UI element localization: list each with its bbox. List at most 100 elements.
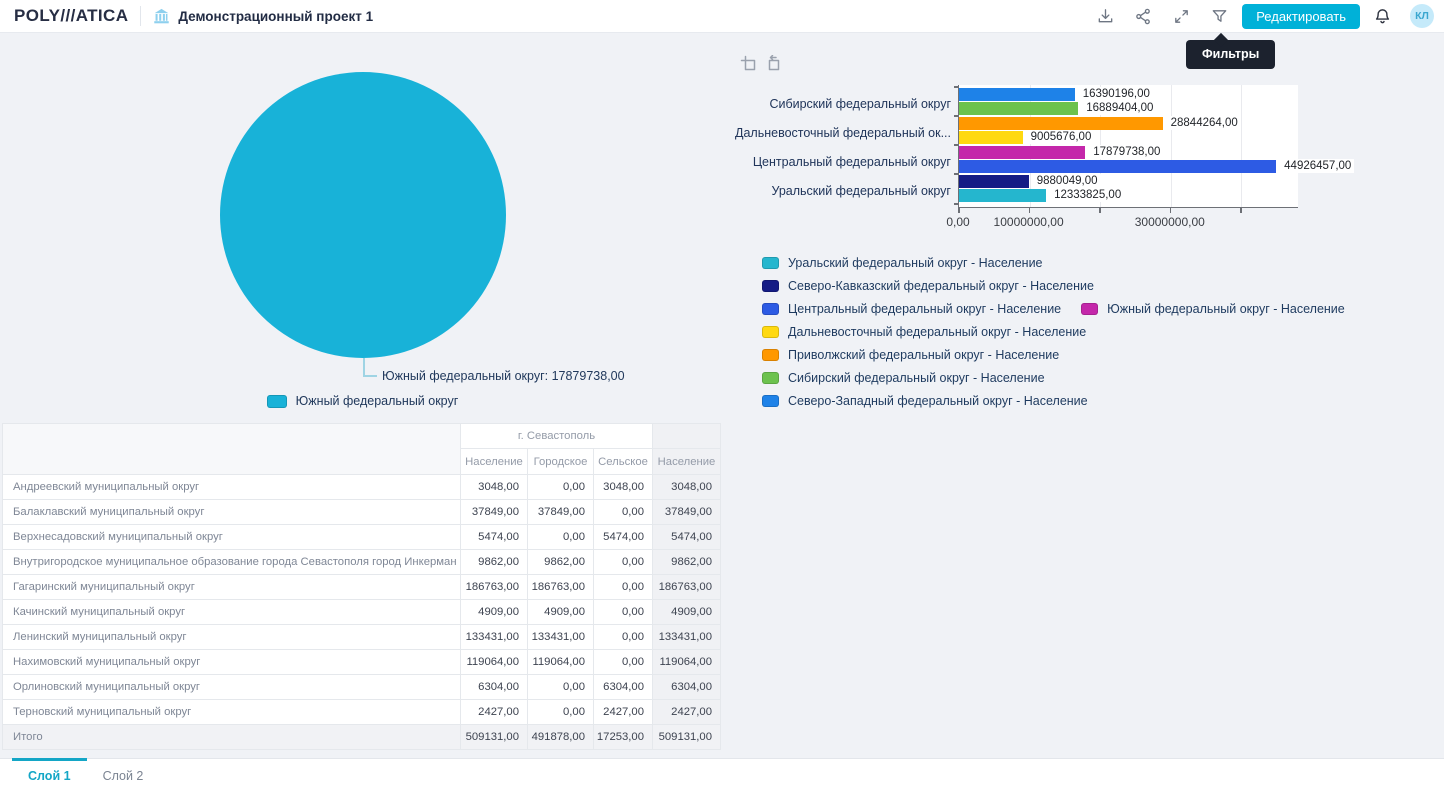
- table-group-header: г. Севастополь: [461, 424, 653, 449]
- legend-row: Дальневосточный федеральный округ - Насе…: [762, 320, 1345, 343]
- bell-icon[interactable]: [1373, 7, 1392, 26]
- value-cell: 0,00: [594, 500, 653, 525]
- value-cell: 119064,00: [653, 650, 721, 675]
- legend-swatch: [762, 280, 779, 292]
- value-cell: 3048,00: [594, 475, 653, 500]
- x-axis-tick: [1240, 208, 1242, 213]
- fullscreen-icon[interactable]: [1172, 7, 1191, 26]
- legend-row: Центральный федеральный округ - Населени…: [762, 297, 1345, 320]
- row-name-cell: Качинский муниципальный округ: [3, 600, 461, 625]
- value-cell: 4909,00: [653, 600, 721, 625]
- pie-legend-item[interactable]: Южный федеральный округ: [0, 394, 725, 408]
- pivot-table-widget: г. Севастополь Население Городское Сельс…: [2, 423, 720, 750]
- bar-3[interactable]: [959, 117, 1163, 130]
- bar-axis-label: Сибирский федеральный округ: [735, 97, 951, 112]
- avatar[interactable]: КЛ: [1410, 4, 1434, 28]
- value-cell: 6304,00: [594, 675, 653, 700]
- table-row: Терновский муниципальный округ2427,000,0…: [3, 700, 721, 725]
- bar-4[interactable]: [959, 131, 1023, 144]
- polymatica-logo[interactable]: POLY///ATICA: [14, 6, 128, 26]
- bar-plot: 16390196,0016889404,00 28844264,00 9005676…: [958, 85, 1298, 208]
- tab-layer-1[interactable]: Слой 1: [12, 759, 87, 792]
- value-cell: 0,00: [528, 525, 594, 550]
- value-cell: 0,00: [594, 600, 653, 625]
- y-axis-tick: [954, 115, 959, 117]
- bar-value-label: 16889404,00: [1083, 101, 1156, 115]
- bar-chart-widget: 16390196,0016889404,00 28844264,00 9005676…: [735, 33, 1444, 418]
- legend-item[interactable]: Уральский федеральный округ - Население: [762, 256, 1043, 270]
- bar-7[interactable]: [959, 175, 1029, 188]
- table-header-cell: Сельское: [594, 449, 653, 475]
- bar-legend: Уральский федеральный округ - Население С…: [762, 251, 1345, 412]
- legend-label: Северо-Западный федеральный округ - Насе…: [788, 394, 1088, 408]
- value-cell: 2427,00: [653, 700, 721, 725]
- x-axis-tick: [1029, 208, 1031, 213]
- value-cell: 3048,00: [461, 475, 528, 500]
- legend-row: Северо-Кавказский федеральный округ - На…: [762, 274, 1345, 297]
- bar-6[interactable]: [959, 160, 1276, 173]
- legend-item[interactable]: Дальневосточный федеральный округ - Насе…: [762, 325, 1086, 339]
- value-cell: 133431,00: [528, 625, 594, 650]
- pie-slice[interactable]: [220, 72, 506, 358]
- filter-icon[interactable]: [1210, 7, 1229, 26]
- value-cell: 9862,00: [653, 550, 721, 575]
- bar-value-label: 16390196,00: [1080, 87, 1153, 101]
- gridline: [1241, 85, 1242, 207]
- value-cell: 509131,00: [653, 725, 721, 750]
- row-name-cell: Итого: [3, 725, 461, 750]
- y-axis-tick: [954, 86, 959, 88]
- layer-tabbar: Слой 1 Слой 2: [0, 758, 1444, 792]
- legend-label: Южный федеральный округ - Население: [1107, 302, 1345, 316]
- legend-item[interactable]: Северо-Западный федеральный округ - Насе…: [762, 394, 1088, 408]
- table-total-row: Итого509131,00491878,0017253,00509131,00: [3, 725, 721, 750]
- bar-2[interactable]: [959, 102, 1078, 115]
- bar-1[interactable]: [959, 88, 1075, 101]
- table-header-cell: Население: [653, 449, 721, 475]
- x-axis-tick: [958, 208, 960, 213]
- y-axis-tick: [954, 203, 959, 205]
- dashboard-canvas: Южный федеральный округ: 17879738,00 Южн…: [0, 33, 1444, 758]
- x-axis-tick-label: 10000000,00: [969, 215, 1089, 229]
- row-name-cell: Нахимовский муниципальный округ: [3, 650, 461, 675]
- legend-item[interactable]: Южный федеральный округ - Население: [1081, 302, 1345, 316]
- undo-crop-icon[interactable]: [764, 55, 782, 73]
- value-cell: 0,00: [528, 675, 594, 700]
- bar-axis-label: Уральский федеральный округ: [735, 184, 951, 199]
- legend-item[interactable]: Приволжский федеральный округ - Населени…: [762, 348, 1059, 362]
- value-cell: 186763,00: [461, 575, 528, 600]
- share-icon[interactable]: [1134, 7, 1153, 26]
- legend-label: Уральский федеральный округ - Население: [788, 256, 1043, 270]
- legend-row: Приволжский федеральный округ - Населени…: [762, 343, 1345, 366]
- value-cell: 119064,00: [461, 650, 528, 675]
- bar-value-label: 28844264,00: [1168, 116, 1241, 130]
- topbar-actions: Редактировать КЛ: [1077, 4, 1434, 29]
- table-row: Ленинский муниципальный округ133431,0013…: [3, 625, 721, 650]
- legend-item[interactable]: Северо-Кавказский федеральный округ - На…: [762, 279, 1094, 293]
- value-cell: 6304,00: [653, 675, 721, 700]
- table-row: Андреевский муниципальный округ3048,000,…: [3, 475, 721, 500]
- row-name-cell: Ленинский муниципальный округ: [3, 625, 461, 650]
- legend-row: Сибирский федеральный округ - Население: [762, 366, 1345, 389]
- pie-chart-widget: Южный федеральный округ: 17879738,00 Южн…: [0, 33, 725, 418]
- crop-icon[interactable]: [740, 55, 758, 73]
- legend-swatch: [762, 326, 779, 338]
- value-cell: 133431,00: [461, 625, 528, 650]
- legend-item[interactable]: Сибирский федеральный округ - Население: [762, 371, 1045, 385]
- tab-layer-2[interactable]: Слой 2: [87, 759, 160, 792]
- pivot-table: г. Севастополь Население Городское Сельс…: [2, 423, 721, 750]
- edit-button[interactable]: Редактировать: [1242, 4, 1360, 29]
- legend-label: Сибирский федеральный округ - Население: [788, 371, 1045, 385]
- bar-5[interactable]: [959, 146, 1085, 159]
- value-cell: 9862,00: [528, 550, 594, 575]
- legend-item[interactable]: Центральный федеральный округ - Населени…: [762, 302, 1061, 316]
- top-bar: POLY///ATICA Демонстрационный проект 1 Р…: [0, 0, 1444, 33]
- row-name-cell: Терновский муниципальный округ: [3, 700, 461, 725]
- download-icon[interactable]: [1096, 7, 1115, 26]
- bar-8[interactable]: [959, 189, 1046, 202]
- value-cell: 37849,00: [461, 500, 528, 525]
- table-header-cell: [653, 424, 721, 449]
- table-corner-cell: [3, 424, 461, 475]
- row-name-cell: Балаклавский муниципальный округ: [3, 500, 461, 525]
- pie-callout-line: [363, 375, 377, 377]
- bar-value-label: 9005676,00: [1028, 130, 1095, 144]
